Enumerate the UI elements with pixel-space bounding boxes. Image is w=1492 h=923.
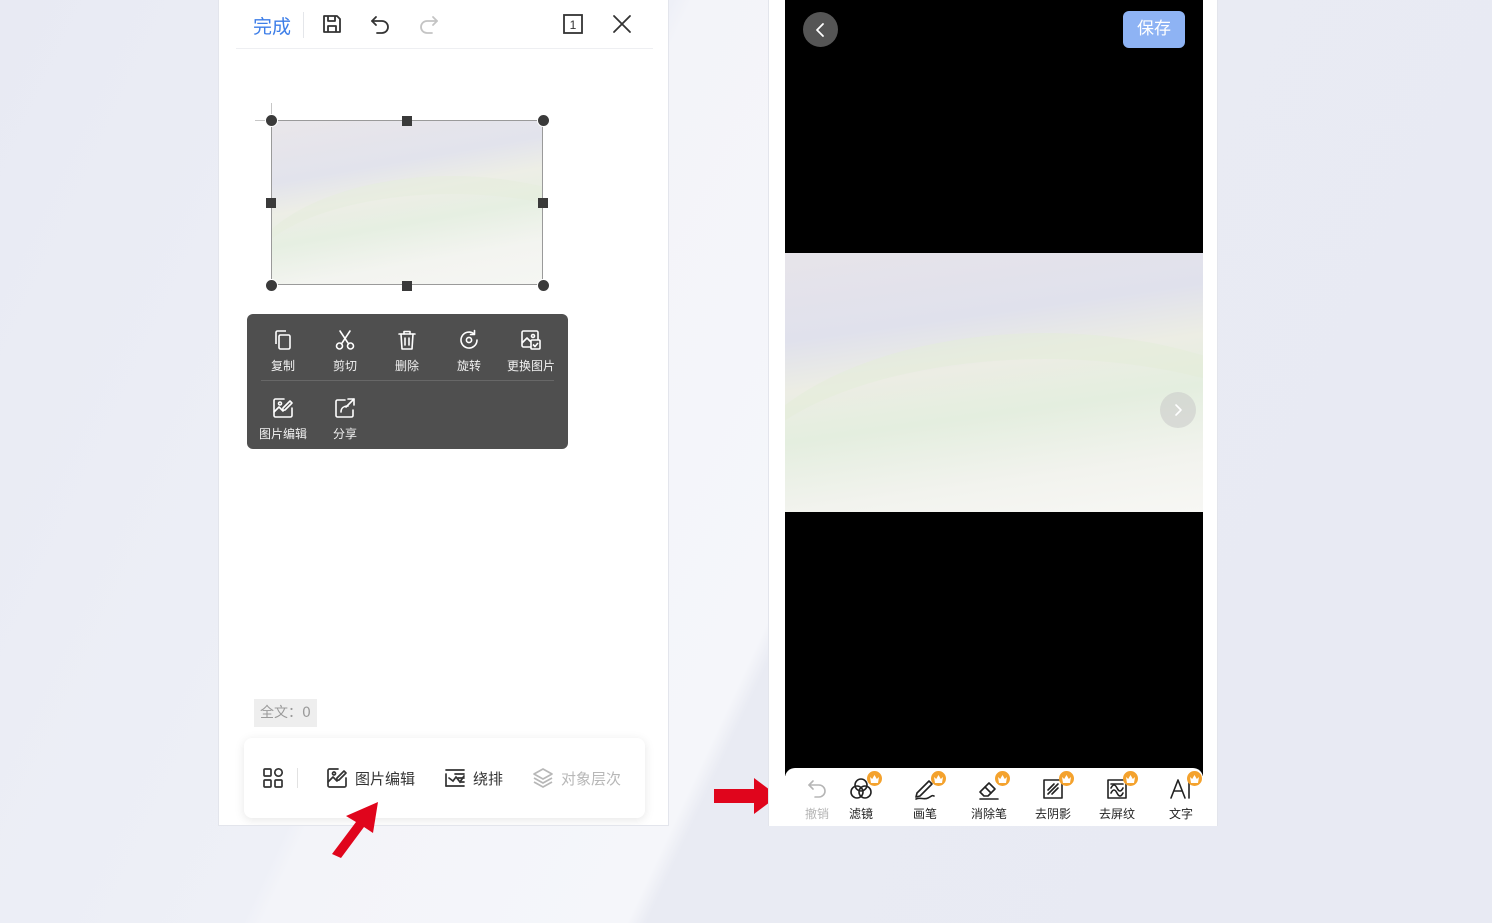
image-edit-menu-button[interactable]: 图片编辑: [252, 382, 314, 442]
more-tools-button[interactable]: [261, 738, 291, 818]
done-button[interactable]: 完成: [253, 12, 291, 39]
text-wrap-icon: [445, 769, 465, 787]
resize-handle-top-right[interactable]: [537, 114, 550, 127]
tool-remove-shadow[interactable]: 去阴影: [1023, 771, 1083, 826]
toolbar-divider: [303, 12, 304, 38]
copy-icon: [275, 330, 291, 350]
red-arrow-up-icon: [332, 802, 378, 858]
tool-label: 画笔: [912, 807, 937, 821]
close-icon[interactable]: [609, 11, 635, 37]
undo-icon[interactable]: [367, 11, 393, 37]
replace-image-icon: [521, 330, 541, 350]
image-context-menu: 复制 剪切 删除 旋转 更换图片 图片编辑 分享: [247, 314, 568, 449]
text-wrap-button[interactable]: 绕排: [443, 738, 503, 818]
trash-icon: [398, 330, 416, 350]
bottom-toolbar: 图片编辑 绕排 对象层次: [244, 738, 645, 818]
resize-handle-left[interactable]: [266, 198, 276, 208]
delete-label: 删除: [394, 359, 419, 373]
copy-label: 复制: [270, 359, 295, 373]
tool-pen[interactable]: 画笔: [895, 771, 955, 826]
vip-crown-icon: [995, 771, 1010, 786]
copy-button[interactable]: 复制: [252, 314, 314, 374]
edited-image-preview: [785, 253, 1203, 512]
cut-label: 剪切: [332, 359, 357, 373]
vip-crown-icon: [867, 771, 882, 786]
tool-ai-text[interactable]: 文字: [1151, 771, 1211, 826]
save-button[interactable]: 保存: [1123, 11, 1185, 48]
rotate-button[interactable]: 旋转: [438, 314, 500, 374]
save-icon[interactable]: [319, 11, 345, 37]
resize-handle-bottom-left[interactable]: [265, 279, 278, 292]
replace-image-label: 更换图片: [506, 359, 555, 373]
undo-icon: [808, 780, 826, 798]
image-edit-icon: [273, 398, 293, 418]
vip-crown-icon: [931, 771, 946, 786]
image-edit-icon: [327, 768, 347, 788]
vip-crown-icon: [1123, 771, 1138, 786]
resize-handle-top[interactable]: [402, 116, 412, 126]
document-editor-screen: 完成 1 复制 剪切 删除 旋转 更换图片 图片编辑 分享 全文：0 图片编辑 …: [218, 0, 669, 826]
vip-crown-icon: [1187, 771, 1202, 786]
rotate-icon: [460, 329, 478, 349]
page-number: 1: [570, 18, 577, 32]
replace-image-button[interactable]: 更换图片: [500, 314, 562, 374]
delete-button[interactable]: 删除: [376, 314, 438, 374]
chevron-left-icon: [815, 22, 824, 37]
redo-icon[interactable]: [416, 11, 442, 37]
image-edit-menu-label: 图片编辑: [258, 427, 307, 441]
page-indicator-icon[interactable]: 1: [560, 11, 586, 37]
bottom-bar-divider: [297, 768, 298, 788]
tool-label: 滤镜: [848, 807, 873, 821]
back-button[interactable]: [803, 12, 838, 47]
resize-handle-top-left[interactable]: [265, 114, 278, 127]
object-layer-button[interactable]: 对象层次: [531, 738, 621, 818]
image-editor-screen: 保存 撤销 滤镜 画笔 消除笔 去阴影 去屏纹 文字: [768, 0, 1218, 826]
share-button[interactable]: 分享: [314, 382, 376, 442]
tool-remove-moire[interactable]: 去屏纹: [1087, 771, 1147, 826]
tool-label: 去屏纹: [1098, 807, 1135, 821]
menu-divider: [261, 380, 554, 381]
toolbar-bottom-border: [236, 48, 653, 49]
top-toolbar: 完成 1: [219, 0, 668, 49]
tool-filter[interactable]: 滤镜: [831, 771, 891, 826]
vip-crown-icon: [1059, 771, 1074, 786]
word-count-badge: 全文：0: [254, 699, 317, 727]
resize-handle-bottom-right[interactable]: [537, 279, 550, 292]
layers-icon: [533, 768, 553, 788]
share-label: 分享: [332, 427, 357, 441]
object-layer-label: 对象层次: [561, 769, 622, 788]
tool-label: 撤销: [804, 807, 829, 821]
resize-handle-bottom[interactable]: [402, 281, 412, 291]
resize-handle-right[interactable]: [538, 198, 548, 208]
next-button[interactable]: [1160, 392, 1196, 428]
image-edit-label: 图片编辑: [355, 769, 416, 788]
edit-tools-bar: 撤销 滤镜 画笔 消除笔 去阴影 去屏纹 文字: [785, 768, 1203, 826]
text-wrap-label: 绕排: [473, 769, 504, 788]
cut-button[interactable]: 剪切: [314, 314, 376, 374]
chevron-right-icon: [1175, 404, 1182, 416]
rotate-label: 旋转: [456, 359, 481, 373]
scissors-icon: [335, 330, 355, 350]
tool-label: 文字: [1168, 807, 1193, 821]
tool-eraser[interactable]: 消除笔: [959, 771, 1019, 826]
selected-image[interactable]: [271, 120, 543, 285]
grid-icon: [263, 767, 284, 788]
tool-label: 消除笔: [970, 807, 1007, 821]
share-icon: [335, 398, 355, 418]
tool-label: 去阴影: [1034, 807, 1071, 821]
